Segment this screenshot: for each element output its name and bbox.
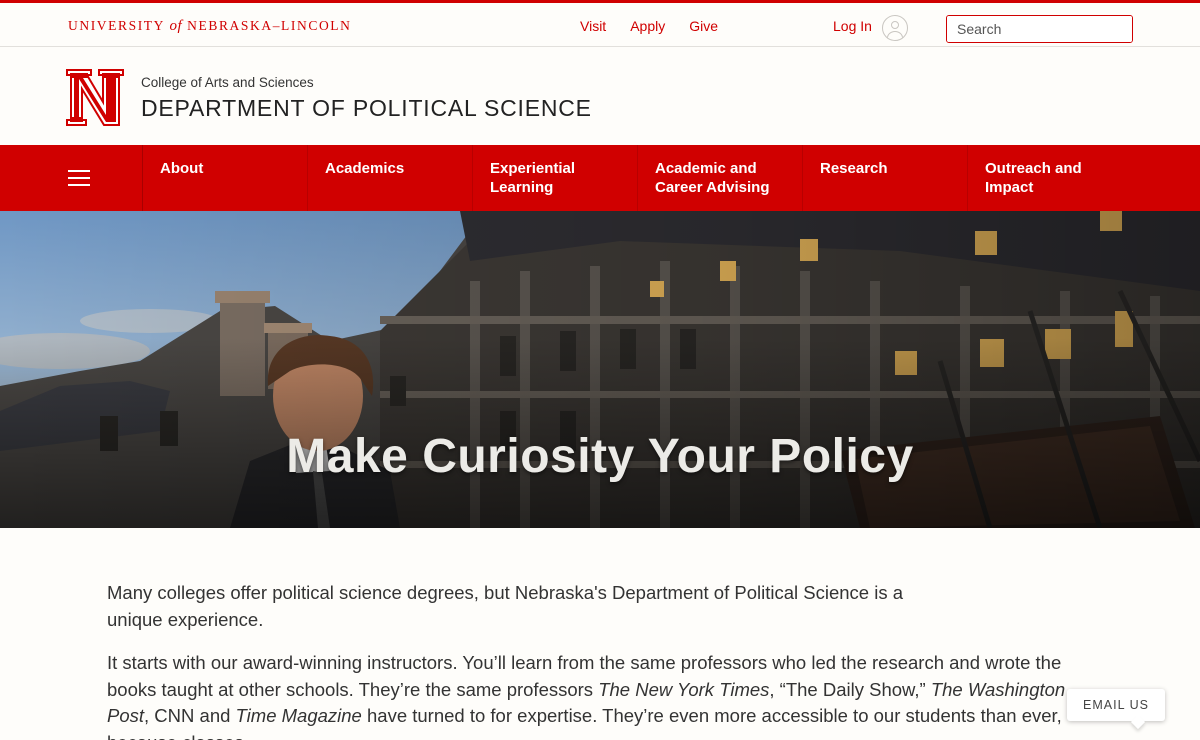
intro-paragraph-1: Many colleges offer political science de… xyxy=(107,582,904,630)
top-utility-bar: UNIVERSITY of NEBRASKA–LINCOLN Visit App… xyxy=(0,0,1200,47)
apply-link[interactable]: Apply xyxy=(630,18,665,34)
hero-title: Make Curiosity Your Policy xyxy=(286,430,914,483)
wordmark-nebraska-lincoln: NEBRASKA–LINCOLN xyxy=(187,18,352,33)
user-avatar-icon[interactable] xyxy=(882,15,908,41)
intro-paragraph-2: It starts with our award-winning instruc… xyxy=(107,650,1067,740)
nav-item-outreach[interactable]: Outreach and Impact xyxy=(968,145,1133,211)
text-segment: , “The Daily Show,” xyxy=(769,678,931,700)
give-link[interactable]: Give xyxy=(689,18,718,34)
text-segment: , CNN and xyxy=(144,705,236,726)
visit-link[interactable]: Visit xyxy=(580,18,606,34)
email-us-button[interactable]: EMAIL US xyxy=(1067,689,1165,721)
department-title[interactable]: DEPARTMENT OF POLITICAL SCIENCE xyxy=(141,95,592,122)
nav-item-academics[interactable]: Academics xyxy=(308,145,473,211)
college-name[interactable]: College of Arts and Sciences xyxy=(141,75,314,90)
utility-links: Visit Apply Give xyxy=(580,18,718,34)
nav-item-research[interactable]: Research xyxy=(803,145,968,211)
publication-time: Time Magazine xyxy=(235,705,362,726)
wordmark-university: UNIVERSITY xyxy=(68,18,165,33)
hamburger-menu-icon[interactable] xyxy=(0,145,143,211)
hero-banner: Make Curiosity Your Policy xyxy=(0,211,1200,528)
search-input[interactable] xyxy=(947,16,1132,42)
intro-content: Many colleges offer political science de… xyxy=(107,580,1067,740)
search-box xyxy=(946,15,1133,43)
nav-item-about[interactable]: About xyxy=(143,145,308,211)
publication-nyt: The New York Times xyxy=(598,678,770,700)
login-link[interactable]: Log In xyxy=(833,18,872,34)
wordmark-of: of xyxy=(169,18,183,34)
site-header: College of Arts and Sciences DEPARTMENT … xyxy=(0,47,1200,145)
nav-item-experiential-learning[interactable]: Experiential Learning xyxy=(473,145,638,211)
main-navigation: About Academics Experiential Learning Ac… xyxy=(0,145,1200,211)
university-wordmark[interactable]: UNIVERSITY of NEBRASKA–LINCOLN xyxy=(68,18,352,35)
nebraska-n-logo[interactable] xyxy=(66,69,124,126)
nav-item-advising[interactable]: Academic and Career Advising xyxy=(638,145,803,211)
